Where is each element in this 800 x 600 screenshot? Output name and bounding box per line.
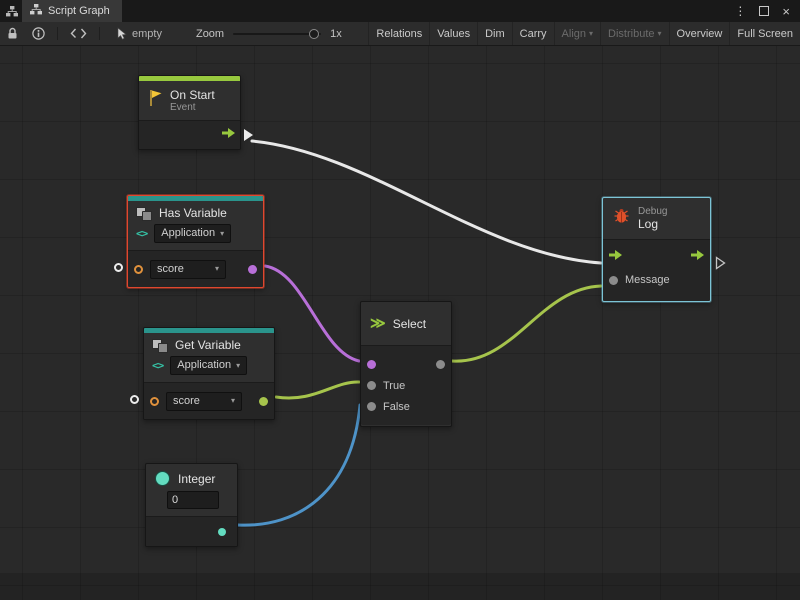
node-has-variable[interactable]: Has Variable <> Application ▾ score ▾ [127, 195, 264, 288]
variable-name-value: score [173, 395, 200, 408]
true-port-label: True [383, 380, 405, 392]
variable-name-dropdown[interactable]: score ▾ [166, 392, 242, 411]
integer-value-input[interactable]: 0 [167, 491, 219, 509]
info-icon [32, 27, 45, 40]
variable-name-input-port[interactable] [134, 265, 143, 274]
unconnected-control-output-indicator[interactable] [715, 256, 726, 275]
window-menu-icon[interactable]: ⋮ [734, 5, 746, 17]
dim-button[interactable]: Dim [477, 22, 512, 45]
node-get-variable[interactable]: Get Variable <> Application ▾ score ▾ [143, 327, 275, 420]
node-debug-log[interactable]: Debug Log Message [602, 197, 711, 302]
toolbar-separator [57, 27, 58, 40]
message-port-label: Message [625, 274, 670, 286]
edit-graph-button[interactable] [63, 22, 94, 45]
canvas-shade-band [0, 573, 800, 600]
zoom-value: 1x [330, 28, 342, 40]
distribute-button: Distribute ▾ [600, 22, 668, 45]
node-category: Debug [638, 206, 667, 217]
title-bar: Script Graph ⋮ × [0, 0, 800, 22]
code-brackets-icon [70, 28, 87, 39]
control-output-port[interactable] [222, 126, 235, 144]
message-input-port[interactable] [609, 276, 618, 285]
align-button: Align ▾ [554, 22, 600, 45]
variable-scope-value: Application [161, 227, 215, 240]
unconnected-input-port[interactable] [114, 263, 123, 272]
variable-name-input-port[interactable] [150, 397, 159, 406]
tab-label: Script Graph [48, 5, 110, 17]
true-input-port[interactable] [367, 381, 376, 390]
node-title: On Start [170, 88, 215, 102]
zoom-slider[interactable] [233, 33, 321, 35]
maximize-icon[interactable] [759, 6, 769, 16]
node-title: Select [393, 317, 426, 331]
graph-tab-icon [30, 4, 42, 18]
node-subtitle: Event [170, 102, 215, 113]
boolean-output-port[interactable] [248, 265, 257, 274]
relations-button[interactable]: Relations [368, 22, 429, 45]
control-output-port[interactable] [691, 249, 704, 264]
integer-type-icon [155, 471, 170, 486]
value-output-port[interactable] [259, 397, 268, 406]
flow-arrow-icon [222, 127, 235, 139]
lock-button[interactable] [0, 22, 25, 45]
node-on-start[interactable]: On Start Event [138, 75, 241, 150]
lock-icon [7, 27, 18, 40]
variable-kind-icon: <> [136, 227, 147, 240]
integer-output-port[interactable] [218, 528, 226, 536]
variables-icon [152, 339, 168, 352]
cursor-icon [117, 27, 127, 40]
flow-arrow-icon [609, 249, 622, 261]
fullscreen-button[interactable]: Full Screen [729, 22, 800, 45]
info-button[interactable] [25, 22, 52, 45]
close-icon[interactable]: × [782, 5, 790, 18]
control-input-port[interactable] [609, 249, 622, 264]
condition-input-port[interactable] [367, 360, 376, 369]
zoom-label: Zoom [196, 28, 224, 40]
variable-name-value: score [157, 263, 184, 276]
tab-script-graph[interactable]: Script Graph [22, 0, 122, 22]
align-button-label: Align [562, 28, 586, 40]
node-title: Has Variable [159, 206, 227, 220]
variables-icon [136, 207, 152, 220]
distribute-button-label: Distribute [608, 28, 654, 40]
false-port-label: False [383, 401, 410, 413]
selection-output-port[interactable] [436, 360, 445, 369]
variable-name-dropdown[interactable]: score ▾ [150, 260, 226, 279]
connected-output-indicator [244, 129, 253, 141]
carry-button[interactable]: Carry [512, 22, 554, 45]
bug-icon [612, 208, 631, 229]
flag-icon [148, 89, 163, 112]
overview-button[interactable]: Overview [669, 22, 730, 45]
values-button[interactable]: Values [429, 22, 477, 45]
node-integer[interactable]: Integer 0 [145, 463, 238, 547]
zoom-slider-handle[interactable] [309, 29, 319, 39]
chevron-down-icon: ▾ [220, 230, 224, 238]
chevron-down-icon: ▾ [231, 397, 235, 405]
node-title: Integer [178, 472, 215, 486]
unconnected-input-port[interactable] [130, 395, 139, 404]
variable-kind-icon: <> [152, 359, 163, 372]
node-select[interactable]: ≫ Select True False [360, 301, 452, 427]
toolbar-separator [99, 27, 100, 40]
script-graph-window-icon [0, 6, 22, 17]
graph-toolbar: empty Zoom 1x Relations Values Dim Carry… [0, 22, 800, 46]
node-title: Get Variable [175, 338, 241, 352]
node-title: Log [638, 217, 667, 231]
variable-scope-dropdown[interactable]: Application ▾ [154, 224, 231, 243]
chevron-down-icon: ▾ [589, 30, 593, 38]
selection-label: empty [132, 28, 162, 40]
variable-scope-dropdown[interactable]: Application ▾ [170, 356, 247, 375]
select-merge-icon: ≫ [370, 316, 386, 331]
selection-indicator: empty [117, 27, 162, 40]
flow-arrow-icon [691, 249, 704, 261]
chevron-down-icon: ▾ [215, 265, 219, 273]
chevron-down-icon: ▾ [236, 362, 240, 370]
false-input-port[interactable] [367, 402, 376, 411]
variable-scope-value: Application [177, 359, 231, 372]
chevron-down-icon: ▾ [658, 30, 662, 38]
